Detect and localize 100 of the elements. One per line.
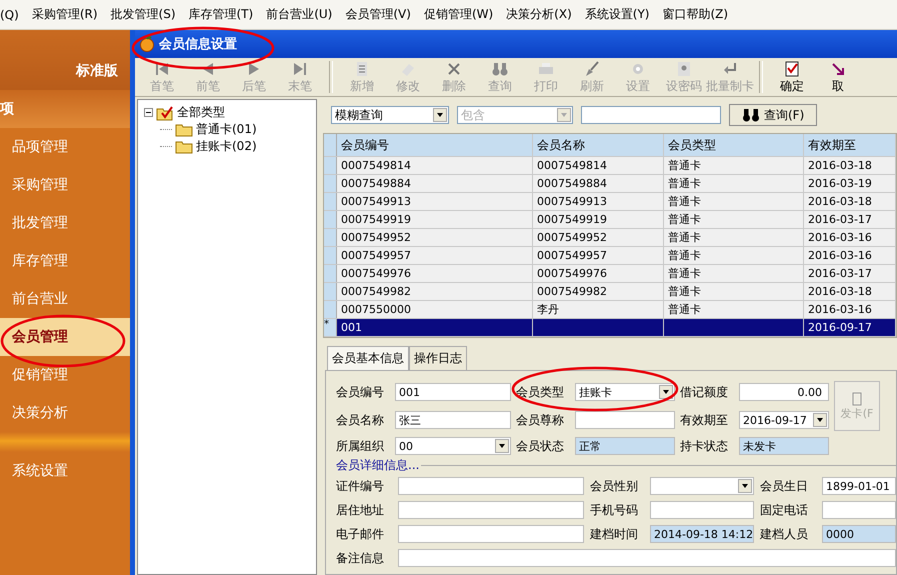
- folder-icon: [175, 140, 193, 154]
- table-cell: 李丹: [537, 302, 559, 317]
- field-label: 备注信息: [336, 550, 385, 566]
- field-label: 居住地址: [336, 502, 385, 518]
- input-field[interactable]: 正常: [575, 437, 675, 455]
- search-button[interactable]: 查询(F): [729, 104, 818, 126]
- table-cell: 0007549919: [537, 213, 607, 226]
- input-field[interactable]: [398, 525, 584, 543]
- table-cell: 普通卡: [668, 176, 701, 191]
- tree-item[interactable]: 普通卡(01): [196, 121, 257, 138]
- table-cell: 2016-03-17: [808, 267, 872, 280]
- input-field[interactable]: 00: [395, 437, 511, 455]
- column-header[interactable]: 会员编号: [337, 134, 533, 156]
- menu-item[interactable]: 促销管理(W): [424, 6, 494, 23]
- input-field[interactable]: 001: [395, 383, 511, 401]
- card-icon: [852, 392, 862, 406]
- table-row[interactable]: * 001 2016-09-17: [324, 319, 896, 337]
- field-label: 会员编号: [336, 384, 385, 400]
- table-cell: 0007549957: [537, 249, 607, 262]
- input-field[interactable]: 1899-01-01: [822, 477, 896, 495]
- search-mode-dropdown[interactable]: 模糊查询: [331, 106, 449, 124]
- table-cell: 0007549952: [537, 231, 607, 244]
- table-cell: 0007549814: [537, 159, 607, 172]
- column-header[interactable]: 会员类型: [664, 134, 804, 156]
- field-label: 所属组织: [336, 438, 385, 454]
- table-cell: 普通卡: [668, 266, 701, 281]
- table-row[interactable]: 0007549919 0007549919 普通卡 2016-03-17: [324, 211, 896, 229]
- field-label: 会员尊称: [516, 412, 565, 428]
- menu-item[interactable]: 决策分析(X): [506, 6, 572, 23]
- input-field[interactable]: [650, 501, 754, 519]
- remarks-field[interactable]: [398, 549, 896, 567]
- table-cell: 2016-03-17: [808, 213, 872, 226]
- input-field[interactable]: 2016-09-17: [739, 411, 829, 429]
- table-cell: 0007549982: [537, 285, 607, 298]
- table-row[interactable]: 0007550000 李丹 普通卡 2016-03-16: [324, 301, 896, 319]
- column-header[interactable]: 会员名称: [533, 134, 664, 156]
- table-cell: 001: [341, 321, 362, 334]
- table-row[interactable]: 0007549957 0007549957 普通卡 2016-03-16: [324, 247, 896, 265]
- table-cell: 2016-03-18: [808, 159, 872, 172]
- table-cell: 2016-03-16: [808, 303, 872, 316]
- input-field[interactable]: [650, 477, 754, 495]
- table-cell: 0007549884: [537, 177, 607, 190]
- tab[interactable]: 操作日志: [409, 346, 467, 370]
- field-label: 建档时间: [590, 526, 639, 542]
- table-row[interactable]: 0007549814 0007549814 普通卡 2016-03-18: [324, 157, 896, 175]
- menu-item[interactable]: 系统设置(Y): [584, 6, 650, 23]
- collapse-toggle-icon[interactable]: [144, 108, 153, 117]
- tree-item[interactable]: 挂账卡(02): [196, 138, 257, 155]
- toolbar-button[interactable]: 确定: [769, 60, 815, 94]
- input-field[interactable]: 未发卡: [739, 437, 829, 455]
- input-field[interactable]: 2014-09-18 14:12: [650, 525, 754, 543]
- input-field[interactable]: 0.00: [739, 383, 829, 401]
- table-row[interactable]: 0007549884 0007549884 普通卡 2016-03-19: [324, 175, 896, 193]
- table-cell: 0007549952: [341, 231, 411, 244]
- field-label: 证件编号: [336, 478, 385, 494]
- fruit-icon: [139, 36, 155, 52]
- table-cell: 普通卡: [668, 284, 701, 299]
- section-legend: 会员详细信息...: [336, 457, 420, 474]
- table-cell: 普通卡: [668, 212, 701, 227]
- input-field[interactable]: [822, 501, 896, 519]
- table-cell: 普通卡: [668, 158, 701, 173]
- table-row[interactable]: 0007549976 0007549976 普通卡 2016-03-17: [324, 265, 896, 283]
- table-cell: 2016-03-16: [808, 231, 872, 244]
- menu-item[interactable]: 库存管理(T): [188, 6, 254, 23]
- table-cell: 2016-03-18: [808, 195, 872, 208]
- field-label: 会员性别: [590, 478, 639, 494]
- table-cell: 普通卡: [668, 248, 701, 263]
- menu-item[interactable]: 会员管理(V): [345, 6, 411, 23]
- field-label: 会员状态: [516, 438, 565, 454]
- search-field[interactable]: [581, 106, 721, 124]
- input-field[interactable]: 挂账卡: [575, 383, 675, 401]
- table-row[interactable]: 0007549952 0007549952 普通卡 2016-03-16: [324, 229, 896, 247]
- menu-item[interactable]: 批发管理(S): [110, 6, 176, 23]
- menu-item[interactable]: 采购管理(R): [32, 6, 98, 23]
- binoculars-icon: [742, 108, 760, 122]
- sidebar-item[interactable]: 会员管理: [0, 318, 130, 356]
- checklist-icon: [783, 60, 801, 78]
- field-label: 固定电话: [760, 502, 809, 518]
- table-row[interactable]: 0007549913 0007549913 普通卡 2016-03-18: [324, 193, 896, 211]
- table-cell: 0007549982: [341, 285, 411, 298]
- tree-item[interactable]: 全部类型: [177, 104, 225, 121]
- input-field[interactable]: [575, 411, 675, 429]
- menu-item[interactable]: 前台营业(U): [266, 6, 332, 23]
- field-label: 持卡状态: [680, 438, 729, 454]
- tab[interactable]: 会员基本信息: [327, 346, 409, 370]
- input-field[interactable]: 0000: [822, 525, 896, 543]
- brush-icon: [583, 60, 601, 78]
- input-field[interactable]: 张三: [395, 411, 511, 429]
- table-cell: 0007549919: [341, 213, 411, 226]
- input-field[interactable]: [398, 501, 584, 519]
- menu-item[interactable]: 窗口帮助(Z): [662, 6, 728, 23]
- table-row[interactable]: 0007549982 0007549982 普通卡 2016-03-18: [324, 283, 896, 301]
- toolbar-button[interactable]: 取: [815, 60, 861, 94]
- table-cell: 普通卡: [668, 302, 701, 317]
- table-cell: 0007550000: [341, 303, 411, 316]
- input-field[interactable]: [398, 477, 584, 495]
- folder-icon: [175, 122, 193, 136]
- column-header[interactable]: 有效期至: [804, 134, 896, 156]
- menu-item[interactable]: (Q): [0, 8, 19, 22]
- table-cell: 0007549884: [341, 177, 411, 190]
